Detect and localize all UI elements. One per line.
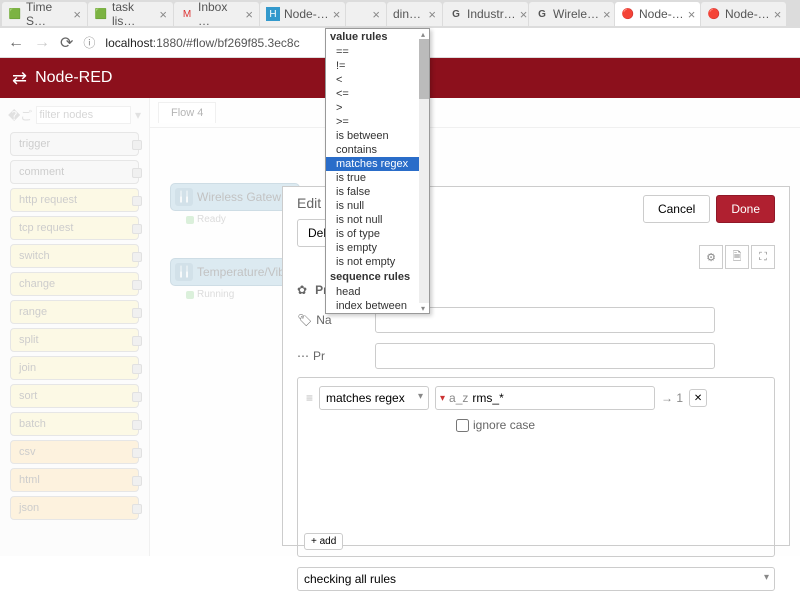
dropdown-item[interactable]: < — [326, 73, 429, 87]
tab[interactable]: din… × — [387, 2, 442, 26]
close-icon[interactable]: × — [520, 7, 528, 22]
tab-label: Industr… — [467, 7, 516, 21]
favicon: M — [180, 7, 194, 21]
close-icon[interactable]: × — [774, 7, 782, 22]
close-icon[interactable]: × — [245, 7, 253, 22]
tab-label: Inbox … — [198, 2, 241, 26]
dropdown-category: sequence rules — [326, 269, 429, 285]
add-rule-button[interactable]: + add — [304, 533, 343, 550]
close-icon[interactable]: × — [73, 7, 81, 22]
tab-label: Node-… — [639, 7, 684, 21]
dropdown-item[interactable]: <= — [326, 87, 429, 101]
name-label: 🏷Na — [297, 313, 367, 327]
dots-icon: ⋯ — [297, 349, 309, 363]
ignore-case-option[interactable]: ignore case — [456, 418, 766, 432]
dropdown-item[interactable]: index between — [326, 299, 429, 313]
tab-label: task lis… — [112, 2, 155, 26]
remove-rule-button[interactable]: ✕ — [689, 389, 707, 407]
favicon: 🟩 — [94, 7, 108, 21]
dropdown-category: value rules — [326, 29, 429, 45]
favicon: 🟩 — [8, 7, 22, 21]
close-icon[interactable]: × — [159, 7, 167, 22]
doc-icon[interactable]: 🗎 — [725, 245, 749, 269]
done-button[interactable]: Done — [716, 195, 775, 223]
close-icon[interactable]: × — [688, 7, 696, 22]
tab-label: Wirele… — [553, 7, 599, 21]
tab[interactable]: G Industr… × — [443, 2, 528, 26]
favicon: G — [449, 7, 463, 21]
tab-label: din… — [393, 7, 421, 21]
scroll-up-icon[interactable]: ▴ — [418, 29, 428, 39]
rule-row: ≡ matches regex ▾a_zrms_* → 1 ✕ — [306, 386, 766, 410]
close-icon[interactable]: × — [333, 7, 341, 22]
tab-active[interactable]: 🔴 Node-… × — [615, 2, 700, 26]
dropdown-item[interactable]: is not null — [326, 213, 429, 227]
reload-button[interactable]: ⟳ — [60, 33, 73, 53]
tag-icon: 🏷 — [297, 313, 312, 327]
dropdown-item[interactable]: matches regex — [326, 157, 429, 171]
tab[interactable]: 🔴 Node-… × — [701, 2, 786, 26]
dropdown-item[interactable]: is true — [326, 171, 429, 185]
node-red-logo-icon: ⇄ — [12, 68, 27, 89]
tab[interactable]: G Wirele… × — [529, 2, 614, 26]
dropdown-item[interactable]: is between — [326, 129, 429, 143]
close-icon[interactable]: × — [372, 7, 380, 22]
dropdown-item[interactable]: == — [326, 45, 429, 59]
operator-dropdown: ▴ value rules ==!=<<=>>=is betweencontai… — [325, 28, 430, 314]
tab[interactable]: 🟩 task lis… × — [88, 2, 173, 26]
site-info-icon[interactable]: ⓘ — [83, 34, 95, 51]
app-title: Node-RED — [35, 69, 112, 87]
back-button[interactable]: ← — [8, 34, 24, 52]
dropdown-item[interactable]: is false — [326, 185, 429, 199]
forward-button[interactable]: → — [34, 34, 50, 52]
dropdown-item[interactable]: head — [326, 285, 429, 299]
tab-label: Node-… — [725, 7, 770, 21]
scroll-down-icon[interactable]: ▾ — [418, 303, 428, 313]
tab[interactable]: 🟩 Time S… × — [2, 2, 87, 26]
tab[interactable]: × — [346, 2, 386, 26]
tab-label: Time S… — [26, 2, 69, 26]
favicon: 🔴 — [707, 7, 721, 21]
checking-mode: checking all rules — [297, 567, 775, 591]
tab[interactable]: H Node-… × — [260, 2, 345, 26]
tab-label: Node-… — [284, 7, 329, 21]
dropdown-item[interactable]: is not empty — [326, 255, 429, 269]
rule-output: → 1 — [661, 391, 683, 405]
drag-handle-icon[interactable]: ≡ — [306, 391, 313, 405]
browser-tabs: 🟩 Time S… × 🟩 task lis… × M Inbox … × H Node-… ×… — [0, 0, 800, 28]
property-input[interactable] — [375, 343, 715, 369]
scrollbar-thumb[interactable] — [419, 39, 429, 99]
tab[interactable]: M Inbox … × — [174, 2, 259, 26]
close-icon[interactable]: × — [428, 7, 436, 22]
dropdown-item[interactable]: is empty — [326, 241, 429, 255]
favicon: H — [266, 7, 280, 21]
dropdown-scrollbar[interactable] — [419, 39, 429, 303]
dropdown-item[interactable]: contains — [326, 143, 429, 157]
url-text[interactable]: localhost:1880/#flow/bf269f85.3ec8c — [105, 35, 792, 50]
dropdown-item[interactable]: is null — [326, 199, 429, 213]
ignore-case-checkbox[interactable] — [456, 419, 469, 432]
favicon: 🔴 — [621, 7, 635, 21]
rules-container: ≡ matches regex ▾a_zrms_* → 1 ✕ ignore c… — [297, 377, 775, 557]
dialog-tool-icons: ⚙ 🗎 ⛶ — [699, 245, 775, 269]
rule-value-input[interactable]: ▾a_zrms_* — [435, 386, 655, 410]
properties-tab-icon[interactable]: ✿ — [297, 283, 307, 297]
cancel-button[interactable]: Cancel — [643, 195, 710, 223]
property-label: ⋯Pr — [297, 349, 367, 363]
favicon: G — [535, 7, 549, 21]
dropdown-item[interactable]: is of type — [326, 227, 429, 241]
ignore-case-label: ignore case — [473, 418, 535, 432]
dropdown-item[interactable]: > — [326, 101, 429, 115]
dropdown-item[interactable]: >= — [326, 115, 429, 129]
dropdown-item[interactable]: != — [326, 59, 429, 73]
expand-icon[interactable]: ⛶ — [751, 245, 775, 269]
close-icon[interactable]: × — [603, 7, 611, 22]
gear-icon[interactable]: ⚙ — [699, 245, 723, 269]
checking-mode-select[interactable]: checking all rules — [297, 567, 775, 591]
rule-operator-select[interactable]: matches regex — [319, 386, 429, 410]
